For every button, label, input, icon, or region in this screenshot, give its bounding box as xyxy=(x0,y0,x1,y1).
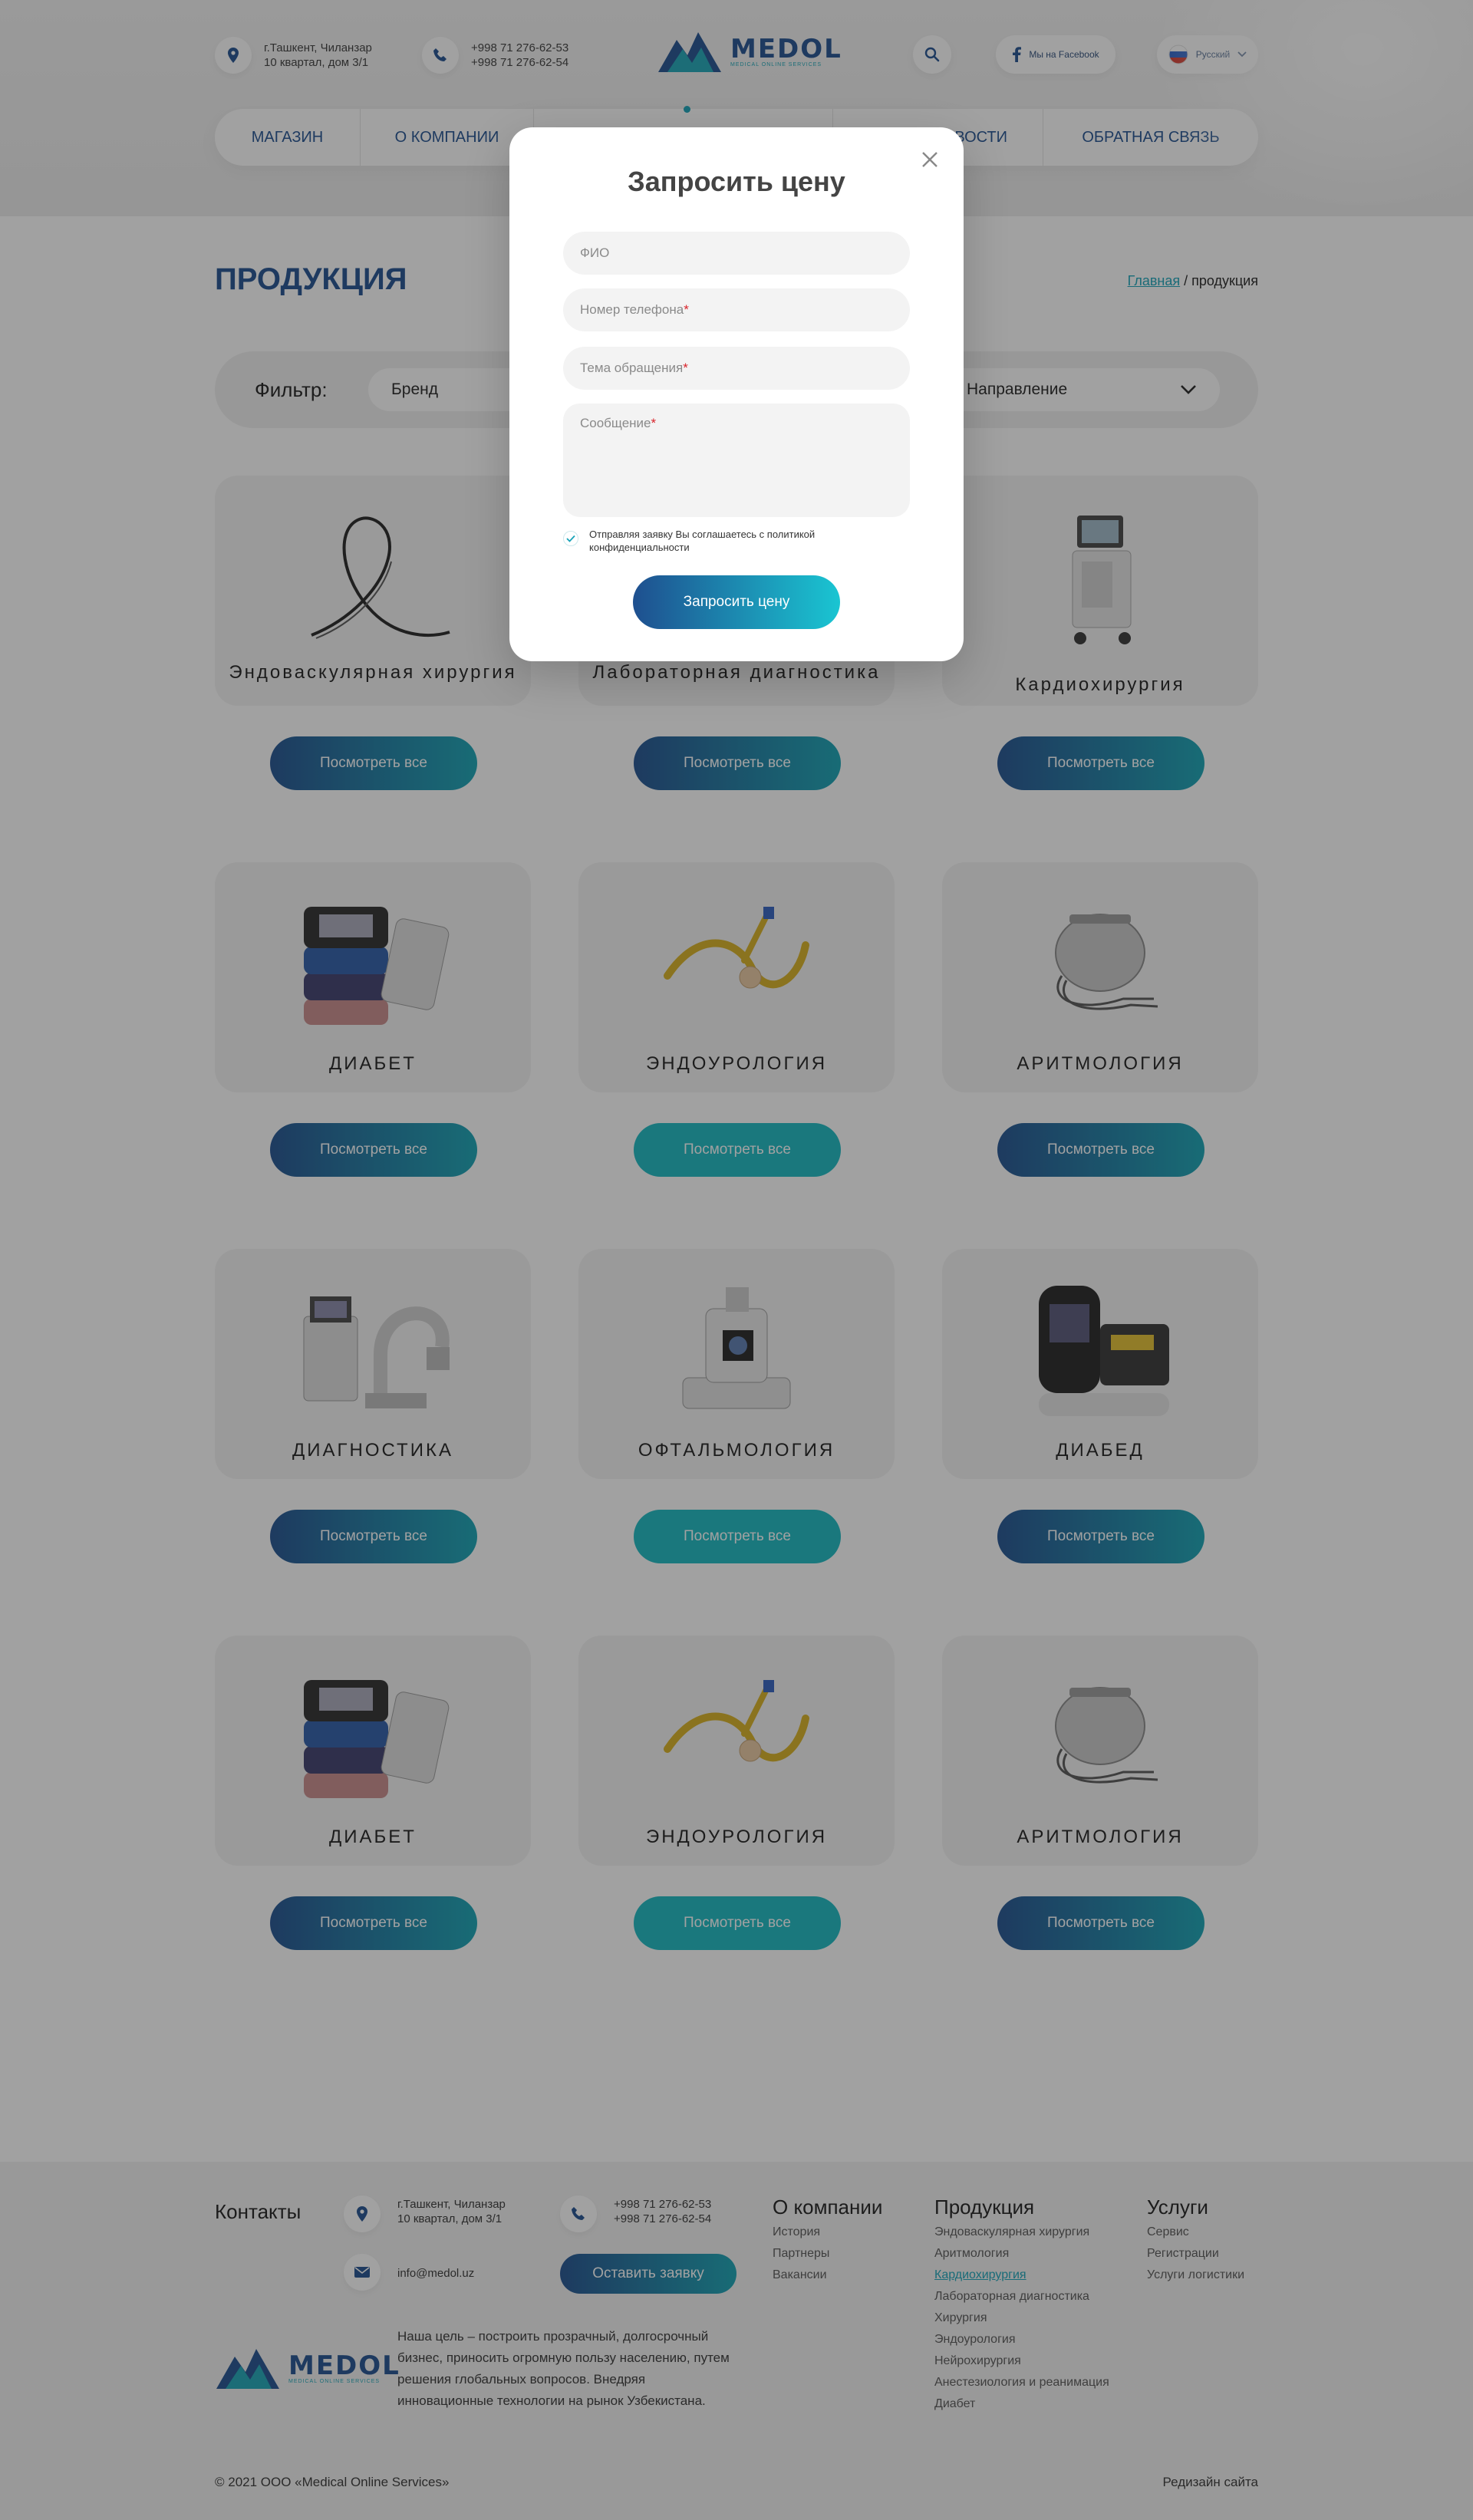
phone-placeholder: Номер телефона xyxy=(580,302,684,317)
checkmark-icon xyxy=(566,535,575,542)
consent-text: Отправляя заявку Вы соглашаетесь с полит… xyxy=(589,529,816,553)
required-mark: * xyxy=(684,302,689,317)
request-price-submit-button[interactable]: Запросить цену xyxy=(633,575,840,629)
modal-title: Запросить цену xyxy=(628,166,845,197)
topic-placeholder: Тема обращения xyxy=(580,361,684,375)
request-price-modal: Запросить цену ФИО Номер телефона * Тема … xyxy=(509,127,964,661)
message-field[interactable]: Сообщение * xyxy=(563,404,910,517)
phone-field[interactable]: Номер телефона * xyxy=(563,288,910,331)
topic-field[interactable]: Тема обращения * xyxy=(563,347,910,390)
fio-placeholder: ФИО xyxy=(580,245,610,260)
fio-field[interactable]: ФИО xyxy=(563,232,910,275)
consent-checkbox[interactable] xyxy=(563,531,578,546)
consent-checkbox-row: Отправляя заявку Вы соглашаетесь с полит… xyxy=(563,528,881,554)
message-placeholder: Сообщение xyxy=(580,416,651,430)
required-mark: * xyxy=(651,416,657,430)
required-mark: * xyxy=(683,361,688,375)
